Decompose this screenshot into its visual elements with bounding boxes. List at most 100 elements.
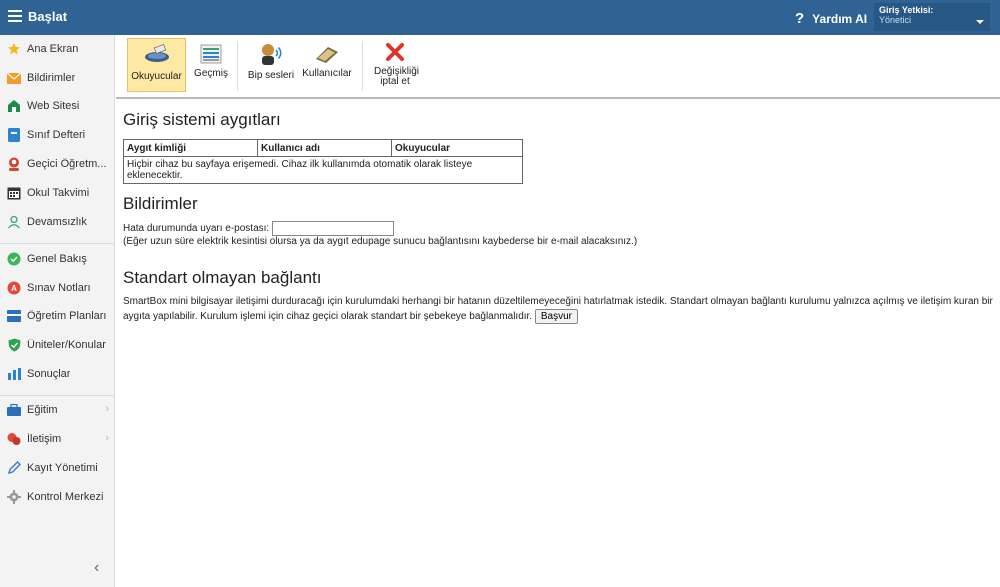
devices-heading: Giriş sistemi aygıtları [123,110,281,129]
sidebar-item-label: Öğretim Planları [27,310,107,322]
role-value: Yönetici [879,15,912,25]
email-field[interactable] [271,221,394,236]
sidebar-item-okul-takvimi[interactable]: Okul Takvimi [0,180,115,206]
sidebar-item-label: Geçici Öğretm... [27,158,107,170]
toolbar-button-label: Okuyucular [131,71,182,82]
collapse-sidebar-button[interactable]: ‹ [94,559,99,577]
card-reader-icon [143,43,171,70]
table-header-row: Aygıt kimliği Kullanıcı adı Okuyucular [123,139,523,157]
empty-message: Hiçbir cihaz bu sayfaya erişemedi. Cihaz… [123,156,523,184]
toolbar-button-gecmis[interactable]: Geçmiş [191,38,231,92]
notifications-heading: Bildirimler [123,194,198,213]
sidebar-item-label: Kontrol Merkezi [27,491,104,503]
chevron-right-icon: › [105,403,109,415]
notebook-icon [7,128,21,142]
toolbar-divider [237,41,238,91]
sidebar-item-sonuclar[interactable]: Sonuçlar [0,361,115,387]
sidebar-item-ana-ekran[interactable]: Ana Ekran [0,36,115,62]
toolbar-button-label: Bip sesleri [247,70,295,81]
star-icon [7,42,21,56]
calendar-icon [7,186,21,200]
users-card-icon [314,44,340,67]
plan-icon [7,309,21,323]
sidebar-item-devamsizlik[interactable]: Devamsızlık [0,209,115,235]
email-row: Hata durumunda uyarı e-postası: [123,221,993,236]
sidebar-item-kayit-yonetimi[interactable]: Kayıt Yönetimi [0,455,115,481]
toolbar-divider [362,41,363,91]
sidebar-item-iletisim[interactable]: İletişim › [0,426,115,452]
devices-table: Aygıt kimliği Kullanıcı adı Okuyucular H… [123,139,523,184]
sidebar-item-egitim[interactable]: Eğitim › [0,397,115,423]
sidebar-item-kontrol-merkezi[interactable]: Kontrol Merkezi [0,484,115,510]
shield-check-icon [7,338,21,352]
grade-icon: A [7,281,21,295]
email-label: Hata durumunda uyarı e-postası: [123,223,270,235]
sidebar-item-label: Ana Ekran [27,43,79,55]
red-x-icon [385,42,405,65]
svg-text:A: A [11,284,17,293]
sidebar-item-sinav-notlari[interactable]: A Sınav Notları [0,275,115,301]
sidebar-item-label: Üniteler/Konular [27,339,106,351]
table-row: Hiçbir cihaz bu sayfaya erişemedi. Cihaz… [123,156,523,184]
hamburger-icon[interactable] [8,10,22,22]
sidebar-item-label: Genel Bakış [27,253,87,265]
chevron-right-icon: › [105,432,109,444]
sidebar-item-label: Devamsızlık [27,216,87,228]
toolbar-button-label: Geçmiş [194,68,228,79]
toolbar: Okuyucular Geçmiş Bip sesleri Kullanıcıl… [116,35,1000,99]
toolbar-button-degisikligi-iptal-et[interactable]: Değişikliği iptal et [366,38,424,92]
sidebar-item-bildirimler[interactable]: Bildirimler [0,65,115,91]
sidebar-item-web-sitesi[interactable]: Web Sitesi [0,93,115,119]
app-title[interactable]: Başlat [28,9,67,24]
sidebar-item-sinif-defteri[interactable]: Sınıf Defteri [0,122,115,148]
sidebar-item-genel-bakis[interactable]: Genel Bakış [0,246,115,272]
sidebar-item-label: Sınıf Defteri [27,129,86,141]
sidebar-item-label: Sonuçlar [27,368,71,380]
column-header: Kullanıcı adı [257,139,392,157]
role-label: Giriş Yetkisi: [879,5,934,15]
toolbar-button-bip-sesleri[interactable]: Bip sesleri [246,38,296,92]
person-icon [7,157,21,171]
toolbar-button-okuyucular[interactable]: Okuyucular [127,38,186,92]
sidebar-item-label: Web Sitesi [27,100,80,112]
sidebar-divider [0,395,115,396]
toolbar-button-kullanicilar[interactable]: Kullanıcılar [299,38,355,92]
user-outline-icon [7,215,21,229]
sidebar-item-ogretim-planlari[interactable]: Öğretim Planları [0,303,115,329]
home-icon [7,99,21,113]
apply-button[interactable]: Başvur [534,309,578,324]
chevron-down-icon [976,20,984,24]
sidebar-divider [0,243,115,244]
sidebar-item-label: Kayıt Yönetimi [27,462,98,474]
education-icon [7,403,21,417]
sidebar-item-label: Eğitim [27,404,58,416]
column-header: Okuyucular [391,139,523,157]
pen-icon [7,461,21,475]
sidebar-item-label: Sınav Notları [27,282,91,294]
speaker-person-icon [258,42,284,69]
column-header: Aygıt kimliği [123,139,258,157]
bar-chart-icon [7,367,21,381]
main-content: Giriş sistemi aygıtları Aygıt kimliği Ku… [123,110,993,324]
help-button[interactable]: ? Yardım AI [795,10,867,27]
nonstandard-heading: Standart olmayan bağlantı [123,268,322,287]
gear-icon [7,490,21,504]
toolbar-button-label: Kullanıcılar [302,68,352,79]
sidebar-item-label: Okul Takvimi [27,187,90,199]
toolbar-button-label: Değişikliği iptal et [374,66,420,87]
envelope-icon [7,71,21,85]
history-list-icon [200,44,222,67]
nonstandard-description: SmartBox mini bilgisayar iletişimi durdu… [123,295,993,324]
sidebar: Ana Ekran Bildirimler Web Sitesi Sınıf D… [0,35,115,587]
question-icon: ? [795,10,805,27]
role-select[interactable]: Giriş Yetkisi: Yönetici [874,3,990,31]
sidebar-item-uniteler-konular[interactable]: Üniteler/Konular [0,332,115,358]
sidebar-item-label: İletişim [27,433,62,445]
sidebar-item-label: Bildirimler [27,72,76,84]
email-note: (Eğer uzun süre elektrik kesintisi olurs… [123,236,638,247]
top-bar: Başlat ? Yardım AI Giriş Yetkisi: Yöneti… [0,0,1000,35]
help-label: Yardım AI [812,11,868,26]
sidebar-item-gecici-ogretmen[interactable]: Geçici Öğretm... [0,151,115,177]
chat-icon [7,432,21,446]
check-circle-icon [7,252,21,266]
